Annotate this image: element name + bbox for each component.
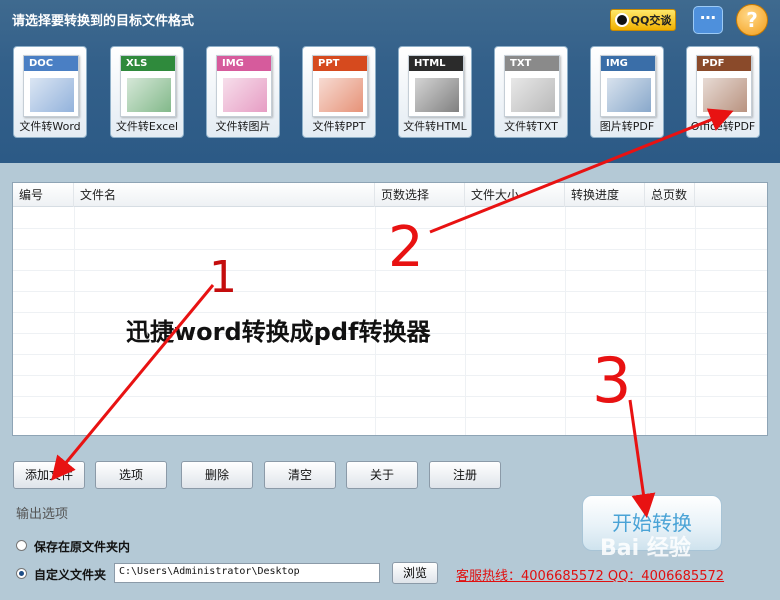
grid-col-line bbox=[565, 207, 566, 435]
grid-row-line bbox=[13, 270, 767, 271]
document-icon: HTML bbox=[408, 55, 464, 117]
format-button-label: 文件转PPT bbox=[312, 120, 366, 133]
annotation-caption: 迅捷word转换成pdf转换器 bbox=[126, 318, 431, 346]
about-button[interactable]: 关于 bbox=[346, 461, 418, 489]
col-header-total-pages[interactable]: 总页数 bbox=[645, 183, 695, 207]
grid-row-line bbox=[13, 375, 767, 376]
document-icon: DOC bbox=[23, 55, 79, 117]
format-button-4[interactable]: HTML 文件转HTML bbox=[398, 46, 472, 138]
format-illustration bbox=[30, 78, 74, 112]
format-illustration bbox=[319, 78, 363, 112]
col-header-filename[interactable]: 文件名 bbox=[74, 183, 375, 207]
clear-button[interactable]: 清空 bbox=[264, 461, 336, 489]
format-button-3[interactable]: PPT 文件转PPT bbox=[302, 46, 376, 138]
format-illustration bbox=[223, 78, 267, 112]
browse-button[interactable]: 浏览 bbox=[392, 562, 438, 584]
format-button-7[interactable]: PDF Office转PDF bbox=[686, 46, 760, 138]
format-button-label: 图片转PDF bbox=[599, 120, 655, 133]
format-tag: HTML bbox=[409, 56, 463, 71]
format-button-label: 文件转图片 bbox=[215, 120, 271, 133]
format-tag: PDF bbox=[697, 56, 751, 71]
format-button-1[interactable]: XLS 文件转Excel bbox=[110, 46, 184, 138]
radio-original-folder[interactable] bbox=[16, 540, 27, 551]
format-illustration bbox=[127, 78, 171, 112]
support-hotline-link[interactable]: 客服热线：4006685572 QQ：4006685572 bbox=[456, 565, 724, 584]
col-header-size[interactable]: 文件大小 bbox=[465, 183, 565, 207]
format-tag: PPT bbox=[313, 56, 367, 71]
grid-col-line bbox=[695, 207, 696, 435]
grid-row-line bbox=[13, 291, 767, 292]
register-button[interactable]: 注册 bbox=[429, 461, 501, 489]
format-button-label: Office转PDF bbox=[690, 120, 756, 133]
format-button-2[interactable]: IMG 文件转图片 bbox=[206, 46, 280, 138]
document-icon: XLS bbox=[120, 55, 176, 117]
output-options-label: 输出选项 bbox=[16, 507, 69, 522]
format-button-label: 文件转Excel bbox=[115, 120, 179, 133]
grid-row-line bbox=[13, 396, 767, 397]
header-title: 请选择要转换到的目标文件格式 bbox=[12, 14, 195, 29]
grid-row-line bbox=[13, 249, 767, 250]
format-button-6[interactable]: IMG 图片转PDF bbox=[590, 46, 664, 138]
table-header: 编号 文件名 页数选择 文件大小 转换进度 总页数 bbox=[13, 183, 767, 207]
document-icon: PDF bbox=[696, 55, 752, 117]
file-list-table[interactable]: 编号 文件名 页数选择 文件大小 转换进度 总页数 bbox=[12, 182, 768, 436]
qq-chat-button[interactable]: QQ交谈 bbox=[610, 9, 676, 31]
add-file-button[interactable]: 添加文件 bbox=[13, 461, 85, 489]
col-header-pages[interactable]: 页数选择 bbox=[375, 183, 465, 207]
option-custom-folder-label[interactable]: 自定义文件夹 bbox=[34, 566, 106, 583]
format-illustration bbox=[607, 78, 651, 112]
document-icon: IMG bbox=[216, 55, 272, 117]
message-icon[interactable]: ⋯ bbox=[693, 6, 723, 34]
document-icon: IMG bbox=[600, 55, 656, 117]
watermark: Bai 经验 bbox=[600, 536, 691, 561]
grid-col-line bbox=[645, 207, 646, 435]
format-tag: IMG bbox=[601, 56, 655, 71]
format-button-0[interactable]: DOC 文件转Word bbox=[13, 46, 87, 138]
qq-logo-icon bbox=[614, 13, 629, 27]
format-tag: DOC bbox=[24, 56, 78, 71]
format-button-label: 文件转HTML bbox=[403, 120, 467, 133]
format-illustration bbox=[415, 78, 459, 112]
grid-col-line bbox=[465, 207, 466, 435]
format-tag: XLS bbox=[121, 56, 175, 71]
col-header-progress[interactable]: 转换进度 bbox=[565, 183, 645, 207]
grid-row-line bbox=[13, 417, 767, 418]
help-icon[interactable]: ? bbox=[736, 4, 768, 36]
document-icon: TXT bbox=[504, 55, 560, 117]
document-icon: PPT bbox=[312, 55, 368, 117]
format-tag: TXT bbox=[505, 56, 559, 71]
format-illustration bbox=[703, 78, 747, 112]
grid-col-line bbox=[74, 207, 75, 435]
option-original-folder-label[interactable]: 保存在原文件夹内 bbox=[34, 538, 130, 555]
delete-button[interactable]: 删除 bbox=[181, 461, 253, 489]
grid-row-line bbox=[13, 228, 767, 229]
options-button[interactable]: 选项 bbox=[95, 461, 167, 489]
format-button-label: 文件转TXT bbox=[504, 120, 558, 133]
grid-row-line bbox=[13, 354, 767, 355]
qq-chat-label: QQ交谈 bbox=[630, 14, 672, 27]
format-button-label: 文件转Word bbox=[19, 120, 81, 133]
format-tag: IMG bbox=[217, 56, 271, 71]
radio-custom-folder[interactable] bbox=[16, 568, 27, 579]
format-illustration bbox=[511, 78, 555, 112]
output-path-input[interactable]: C:\Users\Administrator\Desktop bbox=[114, 563, 380, 583]
format-button-5[interactable]: TXT 文件转TXT bbox=[494, 46, 568, 138]
col-header-id[interactable]: 编号 bbox=[13, 183, 74, 207]
